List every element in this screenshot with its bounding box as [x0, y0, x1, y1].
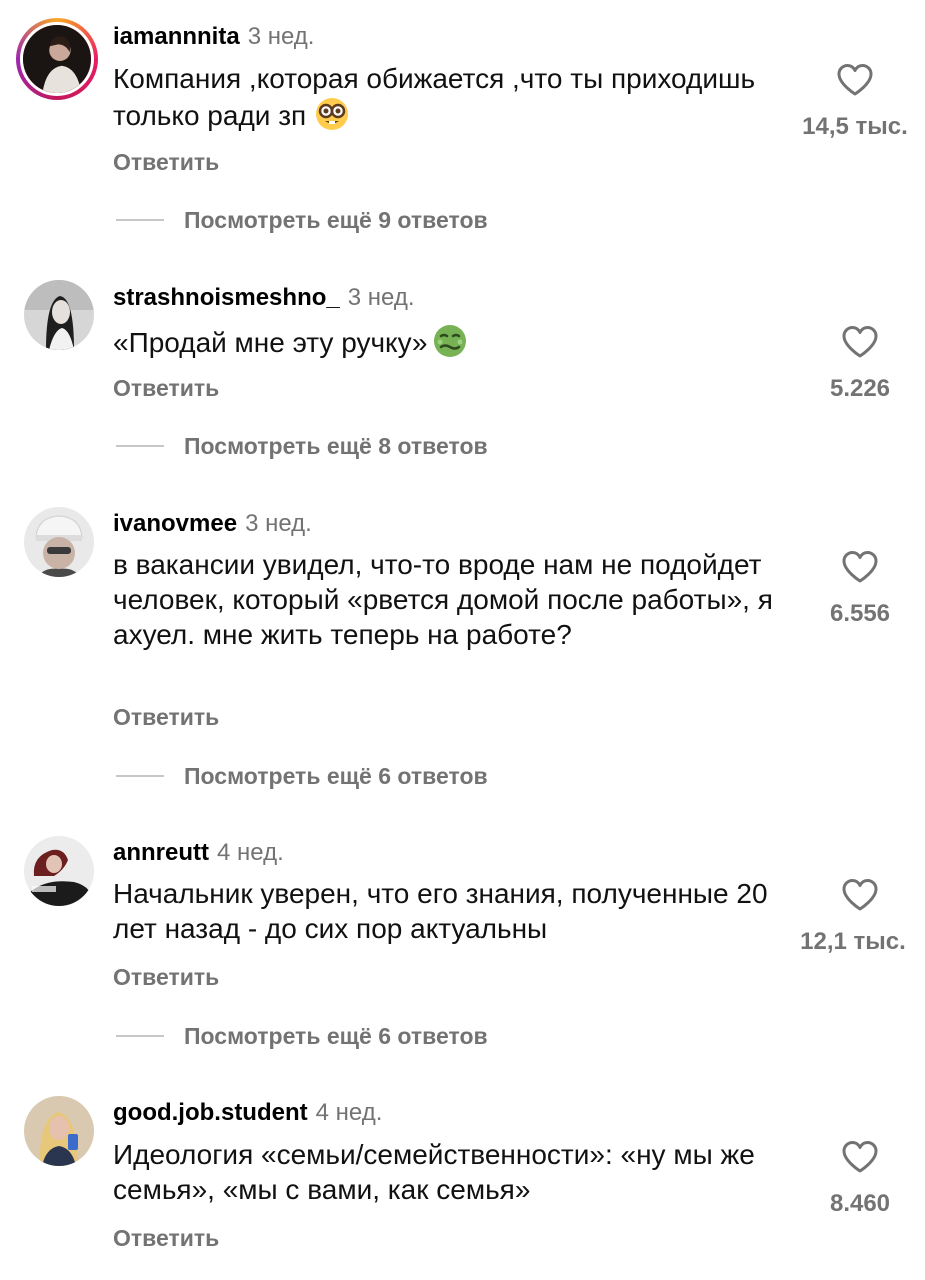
like-block: 6.556	[795, 550, 925, 628]
comment-text: Компания ,которая обижается ,что ты прих…	[113, 63, 756, 131]
reply-button[interactable]: Ответить	[113, 148, 219, 176]
heart-outline-icon[interactable]	[841, 325, 879, 359]
comment-time: 3 нед.	[245, 510, 312, 537]
username[interactable]: ivanovmee	[113, 510, 237, 537]
reply-button[interactable]: Ответить	[113, 1224, 219, 1252]
comment-time: 4 нед.	[217, 839, 284, 866]
comment-text: в вакансии увидел, что-то вроде нам не п…	[113, 549, 773, 650]
view-replies-label: Посмотреть ещё 6 ответов	[184, 762, 488, 789]
avatar-image	[24, 507, 94, 577]
view-replies-label: Посмотреть ещё 9 ответов	[184, 206, 488, 233]
heart-outline-icon[interactable]	[836, 63, 874, 97]
view-replies-label: Посмотреть ещё 8 ответов	[184, 432, 488, 459]
avatar-story-ring[interactable]	[16, 18, 98, 100]
username[interactable]: annreutt	[113, 839, 209, 866]
comment-text: «Продай мне эту ручку»	[113, 327, 428, 358]
like-count: 14,5 тыс.	[802, 113, 908, 140]
username[interactable]: strashnoismeshno_	[113, 284, 340, 311]
heart-outline-icon[interactable]	[841, 550, 879, 584]
comment-time: 3 нед.	[347, 284, 415, 311]
avatar[interactable]	[24, 1096, 94, 1166]
replies-divider	[116, 1035, 164, 1037]
avatar-image	[24, 1096, 94, 1166]
comment-time: 3 нед.	[247, 23, 315, 50]
avatar[interactable]	[24, 836, 94, 906]
replies-divider	[116, 775, 164, 777]
like-block: 14,5 тыс.	[785, 63, 925, 141]
reply-button[interactable]: Ответить	[113, 963, 219, 991]
replies-divider	[116, 219, 164, 221]
like-block: 5.226	[795, 325, 925, 403]
like-block: 8.460	[795, 1140, 925, 1218]
like-count: 12,1 тыс.	[800, 928, 906, 955]
username[interactable]: good.job.student	[113, 1099, 308, 1126]
nerd-face-emoji	[316, 98, 349, 130]
reply-button[interactable]: Ответить	[113, 374, 219, 402]
heart-outline-icon[interactable]	[841, 1140, 879, 1174]
comment-text: Начальник уверен, что его знания, получе…	[113, 878, 768, 944]
avatar[interactable]	[24, 507, 94, 577]
avatar	[23, 25, 91, 93]
comment-text: Идеология «семьи/семейственности»: «ну м…	[113, 1139, 755, 1205]
view-replies-button[interactable]: Посмотреть ещё 6 ответов	[116, 1021, 488, 1051]
like-count: 8.460	[829, 1190, 891, 1217]
avatar-image	[24, 836, 94, 906]
replies-divider	[116, 445, 164, 447]
view-replies-button[interactable]: Посмотреть ещё 6 ответов	[116, 761, 488, 791]
heart-outline-icon[interactable]	[841, 878, 879, 912]
comment-time: 4 нед.	[315, 1099, 383, 1126]
username[interactable]: iamannnita	[113, 23, 240, 50]
like-count: 6.556	[829, 600, 891, 627]
avatar[interactable]	[24, 280, 94, 350]
view-replies-button[interactable]: Посмотреть ещё 9 ответов	[116, 205, 488, 235]
like-block: 12,1 тыс.	[795, 878, 925, 956]
nauseated-face-emoji	[433, 325, 466, 357]
view-replies-label: Посмотреть ещё 6 ответов	[184, 1022, 488, 1049]
view-replies-button[interactable]: Посмотреть ещё 8 ответов	[116, 431, 488, 461]
like-count: 5.226	[829, 375, 891, 402]
reply-button[interactable]: Ответить	[113, 703, 219, 731]
avatar-image	[24, 280, 94, 350]
